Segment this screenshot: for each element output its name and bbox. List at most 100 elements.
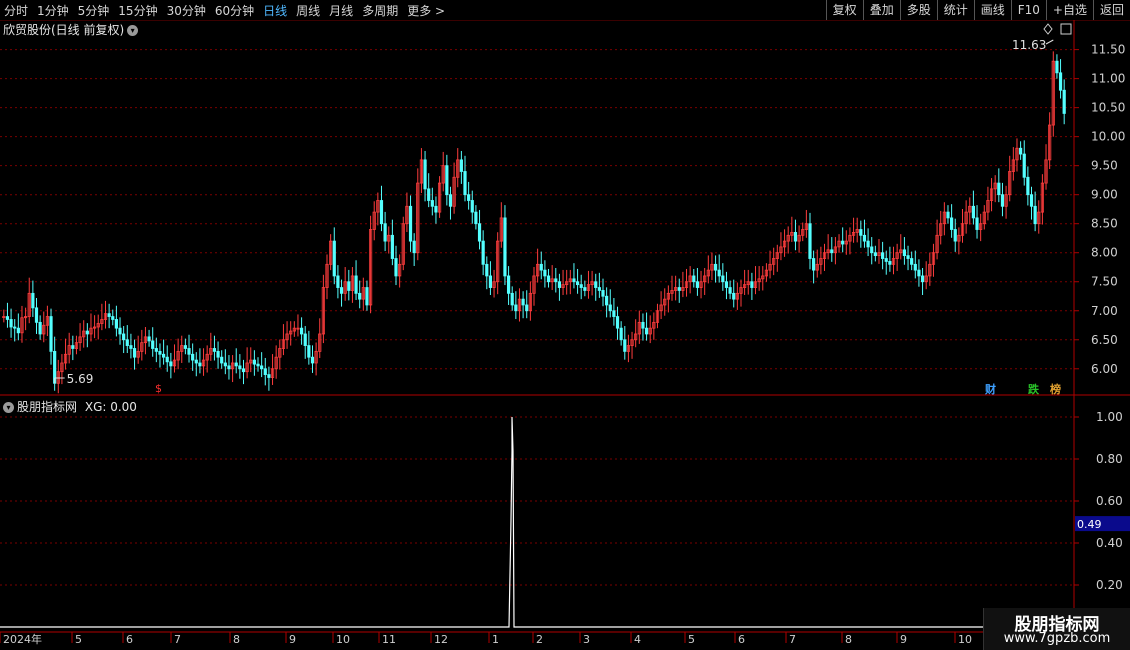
candle-body [750, 281, 754, 288]
candle-body [434, 205, 438, 213]
candle-body [423, 159, 427, 190]
candle-body [605, 295, 609, 306]
candle-body [557, 281, 562, 288]
sub-y-tick-label: 0.60 [1096, 494, 1123, 508]
candle-body [107, 313, 111, 317]
candle-body [448, 194, 453, 207]
candle-body [307, 345, 311, 358]
site-logo: 股朋指标网 www.7gpzb.com [983, 608, 1130, 650]
candle-body [256, 363, 260, 367]
candle-body [132, 348, 137, 358]
candle-body [521, 298, 525, 306]
x-tick-label: 11 [382, 633, 396, 646]
candle-body [122, 333, 126, 341]
low-price-label: 5.69 [67, 372, 94, 386]
candle-body [692, 275, 696, 283]
candle-body [724, 281, 729, 288]
candle-body [227, 365, 231, 370]
x-tick-label: 8 [233, 633, 240, 646]
candle-body [514, 304, 518, 312]
candle-body [510, 292, 514, 306]
candle-body [946, 211, 950, 219]
xg-signal-line [0, 416, 1074, 628]
chevron-down-icon[interactable]: ▾ [3, 402, 14, 413]
y-tick-label: 10.00 [1091, 130, 1125, 144]
candle-body [252, 359, 256, 365]
candle-body [169, 361, 173, 367]
candle-body [1022, 153, 1026, 178]
x-tick-label: 2 [536, 633, 543, 646]
candle-body [299, 327, 304, 335]
candle-body [721, 275, 725, 283]
candle-body [5, 316, 10, 320]
candle-body [241, 368, 246, 373]
candle-body [191, 353, 195, 361]
x-tick-label: 6 [738, 633, 745, 646]
candle-body [888, 261, 892, 265]
finance-badge[interactable]: 财 [985, 381, 996, 397]
candle-body [793, 232, 798, 242]
sub-y-tick-label: 0.80 [1096, 452, 1123, 466]
panel-toggle-icon [1060, 23, 1072, 35]
sub-chart-title[interactable]: ▾ 股朋指标网 XG: 0.00 [3, 398, 137, 414]
candle-body [234, 362, 238, 367]
candle-body [572, 278, 576, 283]
candle-body [1019, 147, 1023, 155]
candle-body [365, 287, 369, 306]
candle-body [644, 327, 649, 335]
candle-body [125, 339, 129, 346]
candle-body [641, 321, 645, 329]
candle-body [223, 362, 227, 367]
x-tick-label: 9 [289, 633, 296, 646]
y-tick-label: 6.00 [1091, 362, 1118, 376]
candle-body [812, 258, 816, 271]
candle-body [390, 234, 394, 259]
candle-body [583, 287, 587, 291]
candle-body [118, 327, 122, 335]
candle-body [187, 348, 191, 355]
candle-body [950, 217, 954, 230]
candle-body [430, 200, 434, 207]
candle-body [554, 278, 558, 283]
candle-body [111, 316, 115, 320]
candle-body [427, 188, 431, 201]
candle-body [470, 200, 474, 213]
candle-body [506, 275, 511, 294]
candle-body [920, 275, 925, 283]
x-tick-label: 1 [492, 633, 499, 646]
candle-body [354, 275, 358, 294]
candle-body [881, 252, 885, 259]
x-tick-label: 9 [900, 633, 907, 646]
candle-body [539, 263, 543, 271]
candle-body [474, 211, 478, 225]
y-tick-label: 9.50 [1091, 159, 1118, 173]
candle-body [467, 194, 471, 201]
ranking-badge[interactable]: 榜 [1050, 381, 1061, 397]
candle-body [1026, 176, 1030, 196]
candle-body [114, 319, 118, 329]
candle-body [198, 362, 202, 367]
candle-body [902, 249, 907, 257]
candle-body [608, 304, 612, 312]
candle-body [394, 258, 398, 277]
candle-body [158, 350, 162, 355]
candle-body [71, 345, 75, 349]
x-tick-label: 6 [126, 633, 133, 646]
x-tick-label: 10 [958, 633, 972, 646]
candle-body [503, 217, 507, 277]
candle-body [870, 246, 874, 254]
candle-body [412, 240, 416, 254]
drop-badge[interactable]: 跌 [1028, 381, 1039, 397]
candle-body [379, 200, 384, 225]
candle-body [975, 217, 979, 230]
candle-body [713, 263, 718, 271]
kline-chart[interactable]: 11.5011.0010.5010.009.509.008.508.007.50… [0, 0, 1130, 650]
candle-body [525, 304, 529, 312]
candle-body [147, 336, 151, 342]
diamond-icon [1043, 23, 1053, 35]
candle-body [13, 326, 17, 329]
candle-body [594, 281, 598, 288]
candle-body [859, 229, 863, 236]
candle-body [862, 234, 867, 242]
candle-body [358, 292, 362, 300]
